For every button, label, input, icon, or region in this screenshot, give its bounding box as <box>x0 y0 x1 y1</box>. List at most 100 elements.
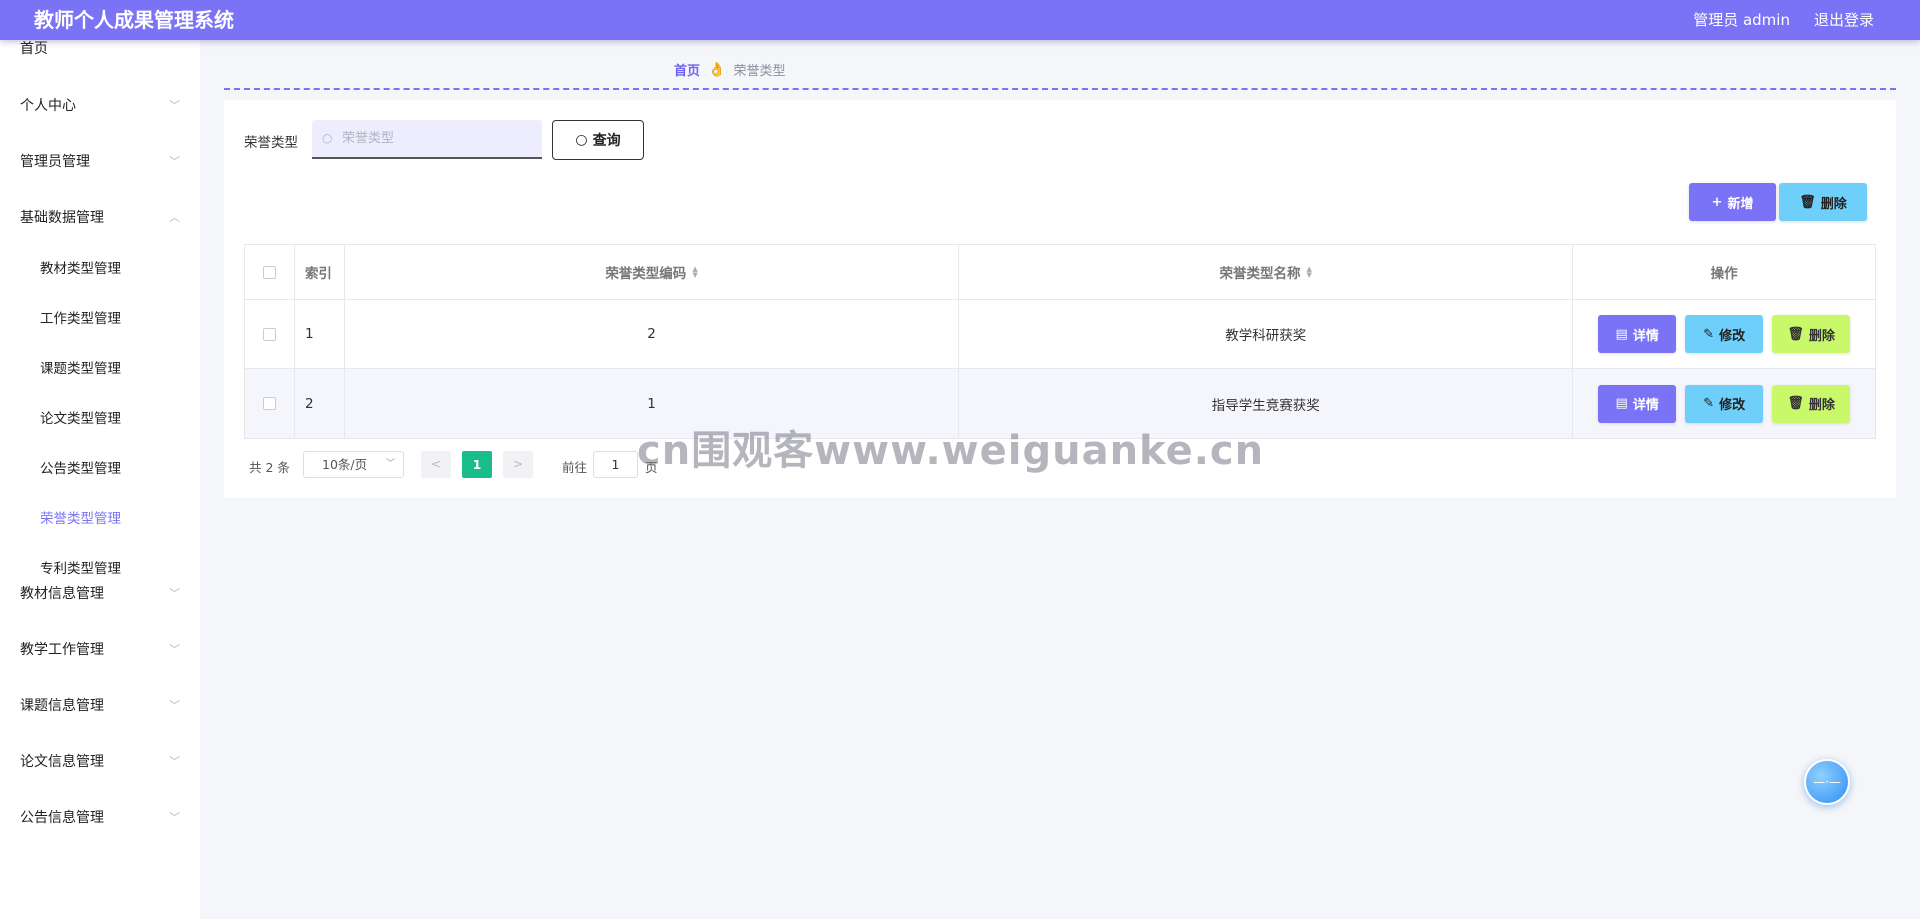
next-page-button[interactable]: > <box>503 451 533 478</box>
cell-code: 2 <box>345 300 960 368</box>
goto-page-input[interactable] <box>593 451 638 478</box>
detail-label: 详情 <box>1632 398 1659 413</box>
sidebar-item-3[interactable]: 管理员管理 ﹀ <box>0 142 200 182</box>
chevron-down-icon: ﹀ <box>169 587 180 600</box>
sidebar-item-label: 工作类型管理 <box>40 311 121 327</box>
sidebar-item-label: 公告类型管理 <box>40 461 121 477</box>
select-all-checkbox[interactable] <box>262 265 276 279</box>
query-button-label: 查询 <box>592 133 621 149</box>
add-button[interactable]: + 新增 <box>1689 183 1776 221</box>
document-icon: ▤ <box>1615 396 1628 411</box>
sidebar-item-5[interactable]: 教材类型管理 <box>0 249 200 289</box>
app-title: 教师个人成果管理系统 <box>34 8 234 32</box>
chevron-down-icon: ﹀ <box>169 155 180 168</box>
sidebar-item-label: 管理员管理 <box>20 154 90 170</box>
search-icon: ○ <box>575 132 588 148</box>
sidebar-item-label: 基础数据管理 <box>20 210 104 226</box>
header-name[interactable]: 荣誉类型名称 ▲ ▼ <box>959 245 1574 299</box>
sidebar-item-7[interactable]: 课题类型管理 <box>0 349 200 389</box>
sidebar-item-label: 个人中心 <box>20 98 76 114</box>
chevron-up-icon: ︿ <box>169 211 180 224</box>
sidebar-item-16[interactable]: 公告信息管理 ﹀ <box>0 798 200 838</box>
sidebar-item-label: 教材信息管理 <box>20 586 104 602</box>
query-button[interactable]: ○ 查询 <box>552 120 644 160</box>
delete-label: 删除 <box>1808 328 1835 344</box>
row-checkbox[interactable] <box>262 327 276 341</box>
delete-button[interactable]: 🗑︎ 删除 <box>1772 384 1851 423</box>
delete-button[interactable]: 🗑︎ 删除 <box>1772 315 1851 353</box>
breadcrumb-current: 荣誉类型 <box>733 64 786 79</box>
prev-page-button[interactable]: < <box>421 451 451 478</box>
batch-delete-button[interactable]: 🗑︎ 删除 <box>1779 183 1867 221</box>
header-check-cell <box>245 245 295 299</box>
cell-name: 教学科研获奖 <box>959 300 1574 368</box>
header-name-label: 荣誉类型名称 <box>1219 266 1301 282</box>
dial-icon: —·— <box>1813 775 1841 789</box>
chevron-down-icon: ﹀ <box>385 459 395 469</box>
watermark-text: cn围观客www.weiguanke.cn <box>637 428 1265 474</box>
pencil-icon: ✎ <box>1703 326 1715 342</box>
sidebar-item-label: 首页 <box>20 41 48 57</box>
sidebar-item-label: 论文类型管理 <box>40 411 121 427</box>
row-check-cell <box>245 300 295 368</box>
trash-icon: 🗑︎ <box>1787 396 1804 411</box>
page-size-select[interactable]: 10条/页 ﹀ <box>303 451 404 478</box>
cell-ops: ▤ 详情 ✎ 修改 🗑︎ 删除 <box>1573 300 1875 368</box>
chevron-down-icon: ﹀ <box>169 99 180 112</box>
trash-icon: 🗑︎ <box>1787 326 1804 342</box>
pencil-icon: ✎ <box>1703 396 1715 411</box>
table-header-row: 索引 荣誉类型编码 ▲ ▼ 荣誉类型名称 ▲ ▼ 操作 <box>245 245 1875 300</box>
sidebar-item-label: 教学工作管理 <box>20 642 104 658</box>
detail-button[interactable]: ▤ 详情 <box>1598 315 1677 353</box>
sidebar-item-14[interactable]: 课题信息管理 ﹀ <box>0 686 200 726</box>
search-icon: ○ <box>322 131 333 145</box>
breadcrumb-home[interactable]: 首页 <box>674 60 700 79</box>
top-header: 教师个人成果管理系统 管理员 admin 退出登录 <box>0 0 1920 40</box>
search-label: 荣誉类型 <box>244 135 298 151</box>
edit-label: 修改 <box>1719 398 1746 413</box>
header-code[interactable]: 荣誉类型编码 ▲ ▼ <box>345 245 960 299</box>
table-row: 1 2 教学科研获奖 ▤ 详情 ✎ 修改 🗑︎ 删除 <box>245 300 1875 369</box>
edit-button[interactable]: ✎ 修改 <box>1685 384 1764 423</box>
document-icon: ▤ <box>1615 326 1628 342</box>
edit-label: 修改 <box>1719 328 1746 344</box>
sidebar-item-label: 论文信息管理 <box>20 754 104 770</box>
ok-hand-icon: 👌 <box>708 61 726 78</box>
sidebar-item-12[interactable]: 教材信息管理 ﹀ <box>0 574 200 614</box>
chevron-down-icon: ﹀ <box>169 755 180 768</box>
sidebar-item-9[interactable]: 公告类型管理 <box>0 449 200 489</box>
floating-action-button[interactable]: —·— <box>1804 759 1850 805</box>
plus-icon: + <box>1711 194 1723 210</box>
page-number-button[interactable]: 1 <box>462 451 492 478</box>
sidebar-item-label: 课题类型管理 <box>40 361 121 377</box>
sidebar-menu: 首页 个人中心 ﹀ 管理员管理 ﹀ 基础数据管理 ︿ 教材类型管理 工作类型管理 课题类型管理 论文… <box>0 40 200 919</box>
sidebar-item-15[interactable]: 论文信息管理 ﹀ <box>0 742 200 782</box>
logout-link[interactable]: 退出登录 <box>1814 0 1874 40</box>
sidebar-item-6[interactable]: 工作类型管理 <box>0 299 200 339</box>
batch-delete-label: 删除 <box>1820 196 1847 212</box>
chevron-down-icon: ﹀ <box>169 811 180 824</box>
trash-icon: 🗑︎ <box>1799 194 1816 210</box>
current-user[interactable]: 管理员 admin <box>1693 0 1790 40</box>
search-input[interactable] <box>312 120 542 159</box>
detail-button[interactable]: ▤ 详情 <box>1598 384 1677 423</box>
sidebar-item-13[interactable]: 教学工作管理 ﹀ <box>0 630 200 670</box>
sort-icon[interactable]: ▲ ▼ <box>1307 266 1312 279</box>
sidebar-item-label: 课题信息管理 <box>20 698 104 714</box>
pagination-total: 共 2 条 <box>249 460 290 475</box>
header-user-area: 管理员 admin 退出登录 <box>1693 0 1874 40</box>
row-checkbox[interactable] <box>262 397 276 410</box>
sort-icon[interactable]: ▲ ▼ <box>692 266 697 279</box>
cell-index: 1 <box>295 300 345 368</box>
sidebar-item-1[interactable]: 首页 <box>0 40 200 69</box>
sidebar-item-2[interactable]: 个人中心 ﹀ <box>0 86 200 126</box>
sidebar-item-4[interactable]: 基础数据管理 ︿ <box>0 198 200 238</box>
sidebar-item-label: 公告信息管理 <box>20 810 104 826</box>
page-size-value: 10条/页 <box>322 457 368 472</box>
sidebar-item-10[interactable]: 荣誉类型管理 <box>0 499 200 539</box>
edit-button[interactable]: ✎ 修改 <box>1685 315 1764 353</box>
sidebar-item-8[interactable]: 论文类型管理 <box>0 399 200 439</box>
chevron-down-icon: ﹀ <box>169 699 180 712</box>
sidebar-item-label: 教材类型管理 <box>40 261 121 277</box>
data-table: 索引 荣誉类型编码 ▲ ▼ 荣誉类型名称 ▲ ▼ 操作 1 2 教学科研获奖 ▤ 详情 ✎ 修改 🗑︎… <box>244 244 1876 439</box>
